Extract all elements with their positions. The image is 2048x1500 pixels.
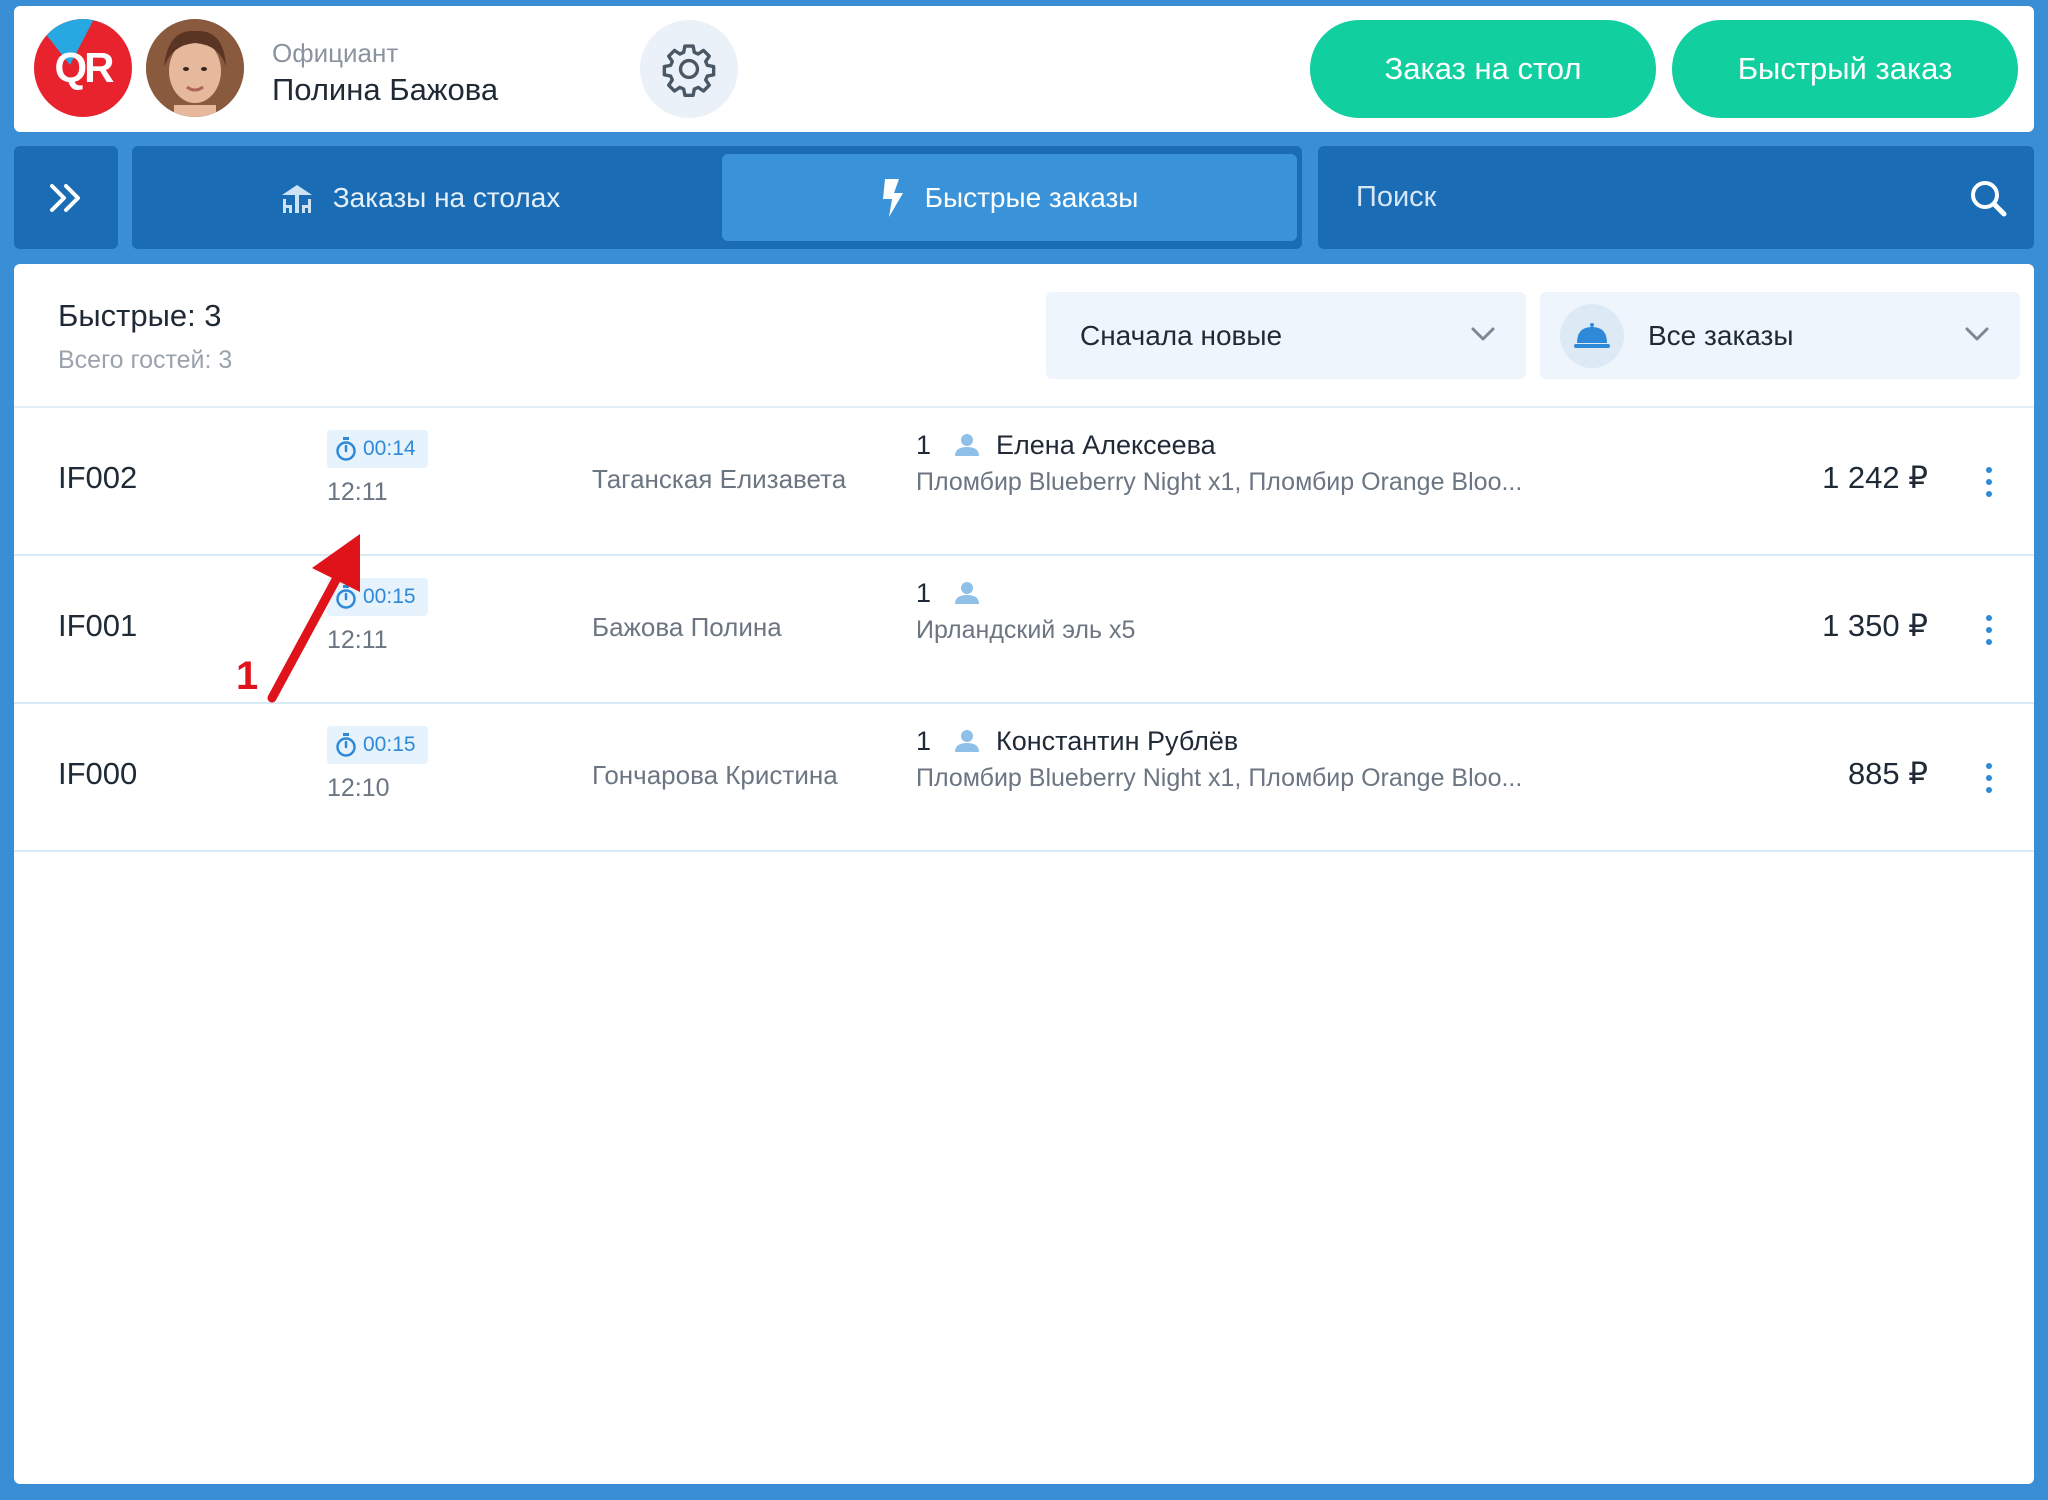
annotation-label: 1 bbox=[236, 654, 259, 698]
guest-name: Елена Алексеева bbox=[996, 430, 1216, 460]
tab-label: Заказы на столах bbox=[332, 181, 561, 213]
more-options-icon[interactable] bbox=[1974, 750, 2004, 806]
order-row[interactable]: IF000 00:15 12:10 Гончарова Кристина 1 К… bbox=[14, 704, 2034, 852]
table-order-button[interactable]: Заказ на стол bbox=[1310, 20, 1656, 118]
sort-selected-value: Сначала новые bbox=[1080, 319, 1283, 351]
gear-icon bbox=[662, 44, 716, 98]
table-icon bbox=[279, 181, 315, 215]
order-id: IF001 bbox=[58, 608, 138, 643]
order-id: IF000 bbox=[58, 756, 138, 791]
avatar[interactable] bbox=[146, 19, 244, 117]
timer-badge: 00:14 bbox=[327, 430, 428, 468]
search-icon[interactable] bbox=[1968, 178, 2008, 218]
quick-order-button[interactable]: Быстрый заказ bbox=[1672, 20, 2018, 118]
chevron-down-icon bbox=[1965, 327, 1989, 341]
guest-count: 1 bbox=[916, 726, 932, 756]
order-items: Ирландский эль x5 bbox=[916, 616, 1136, 644]
lightning-icon bbox=[881, 178, 907, 217]
top-header: QR Официант Полина Бажова Заказ на стол … bbox=[14, 6, 2034, 132]
order-total: 1 242 ₽ bbox=[1822, 460, 1928, 495]
order-waiter: Бажова Полина bbox=[592, 612, 782, 642]
more-options-icon[interactable] bbox=[1974, 602, 2004, 658]
order-time: 12:11 bbox=[327, 478, 388, 506]
timer-value: 00:14 bbox=[363, 437, 416, 460]
chevron-down-icon bbox=[1471, 327, 1495, 341]
order-tabs: Заказы на столах Быстрые заказы bbox=[132, 146, 1302, 249]
search-bar bbox=[1318, 146, 2034, 249]
guest-count: 1 bbox=[916, 578, 932, 608]
stopwatch-icon bbox=[336, 437, 356, 461]
order-type-dropdown[interactable]: Все заказы bbox=[1540, 292, 2020, 379]
quick-orders-count: Быстрые: 3 bbox=[58, 298, 222, 333]
person-icon bbox=[955, 730, 979, 752]
order-type-selected-value: Все заказы bbox=[1648, 319, 1794, 351]
waiter-name: Полина Бажова bbox=[272, 72, 499, 107]
tab-table-orders[interactable]: Заказы на столах bbox=[132, 154, 707, 241]
timer-badge: 00:15 bbox=[327, 726, 428, 764]
tab-quick-orders[interactable]: Быстрые заказы bbox=[722, 154, 1297, 241]
logo-text: QR bbox=[54, 44, 115, 91]
more-options-icon[interactable] bbox=[1974, 454, 2004, 510]
order-total: 885 ₽ bbox=[1847, 756, 1928, 791]
order-waiter: Гончарова Кристина bbox=[592, 760, 838, 790]
sort-dropdown[interactable]: Сначала новые bbox=[1046, 292, 1526, 379]
app-logo: QR bbox=[34, 19, 132, 117]
order-total: 1 350 ₽ bbox=[1822, 608, 1928, 643]
orders-panel: Быстрые: 3 Всего гостей: 3 Сначала новые… bbox=[14, 264, 2034, 1484]
settings-button[interactable] bbox=[640, 20, 738, 118]
guest-name: Константин Рублёв bbox=[996, 726, 1239, 756]
service-bell-icon bbox=[1560, 303, 1624, 368]
order-id: IF002 bbox=[58, 460, 138, 495]
stopwatch-icon bbox=[336, 733, 356, 757]
person-icon bbox=[955, 434, 979, 456]
tab-label: Быстрые заказы bbox=[924, 181, 1139, 213]
timer-value: 00:15 bbox=[363, 733, 416, 756]
waiter-role-label: Официант bbox=[272, 38, 399, 68]
order-items: Пломбир Blueberry Night x1, Пломбир Oran… bbox=[916, 764, 1523, 792]
person-icon bbox=[955, 582, 979, 604]
avatar-photo bbox=[146, 19, 244, 117]
search-input[interactable] bbox=[1356, 146, 1916, 249]
order-time: 12:10 bbox=[327, 774, 390, 802]
order-waiter: Таганская Елизавета bbox=[592, 464, 847, 494]
order-items: Пломбир Blueberry Night x1, Пломбир Oran… bbox=[916, 468, 1523, 496]
double-chevron-right-icon bbox=[50, 183, 80, 212]
total-guests: Всего гостей: 3 bbox=[58, 346, 233, 374]
expand-sidebar-button[interactable] bbox=[14, 146, 118, 249]
guest-count: 1 bbox=[916, 430, 932, 460]
